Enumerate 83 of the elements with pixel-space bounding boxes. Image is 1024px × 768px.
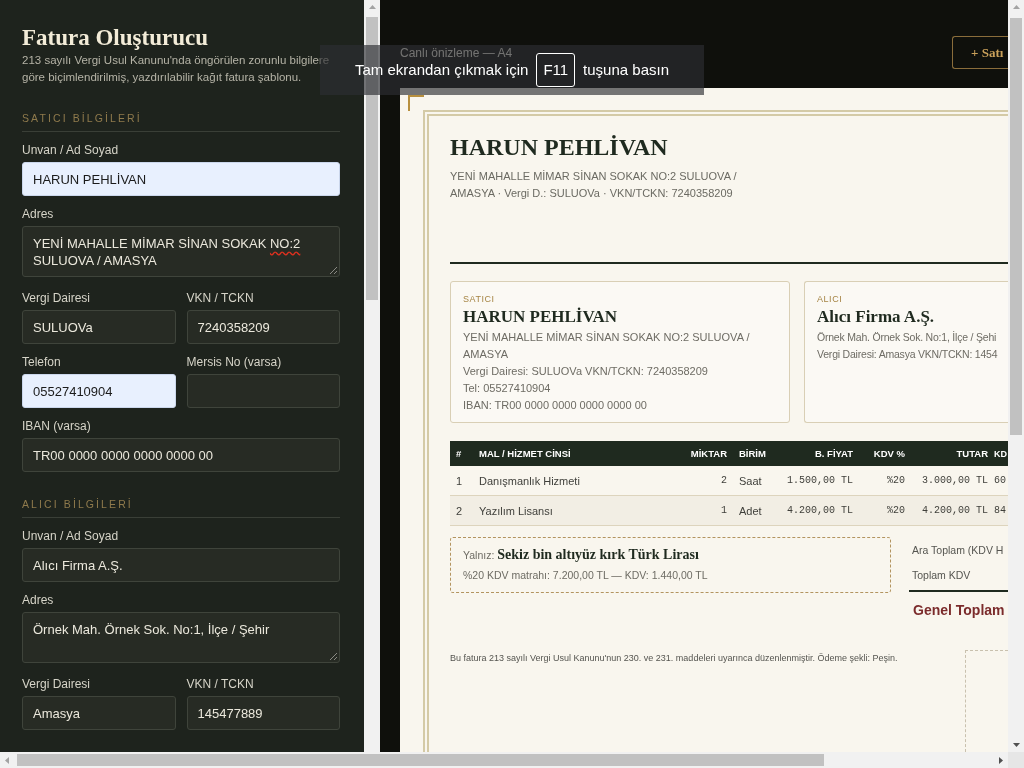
grand-total-label: Genel Toplam bbox=[912, 601, 1005, 619]
up-arrow-icon[interactable] bbox=[368, 5, 376, 9]
column-header: MAL / HİZMET CİNSİ bbox=[478, 447, 572, 460]
party-label: SATICI bbox=[463, 293, 495, 305]
text-input[interactable]: SULUOVa bbox=[22, 310, 176, 344]
issuer-name: HARUN PEHLİVAN bbox=[450, 133, 668, 161]
party-detail: YENİ MAHALLE MİMAR SİNAN SOKAK NO:2 SULUOVA / AMASYA bbox=[463, 330, 751, 362]
resize-handle-icon[interactable] bbox=[329, 266, 337, 274]
corner-ornament-icon bbox=[408, 95, 424, 111]
field-label: Adres bbox=[22, 206, 54, 222]
notice-text: tuşuna basın bbox=[583, 59, 669, 80]
scrollbar[interactable] bbox=[0, 752, 1008, 768]
table-cell-text: 2 bbox=[455, 503, 464, 518]
party-detail: Tel: 05527410904 bbox=[463, 381, 551, 396]
text-input[interactable]: 7240358209 bbox=[186, 310, 340, 344]
textarea[interactable]: Örnek Mah. Örnek Sok. No:1, İlçe / Şehir bbox=[22, 612, 340, 663]
table-cell-text: Yazılım Lisansı bbox=[478, 503, 554, 518]
text-input[interactable]: HARUN PEHLİVAN bbox=[22, 162, 340, 196]
total-label: Ara Toplam (KDV H bbox=[911, 543, 1004, 558]
text-input[interactable]: Alıcı Firma A.Ş. bbox=[22, 548, 340, 582]
field-label: Telefon bbox=[22, 354, 61, 370]
table-cell-text: 4.200,00 TL bbox=[786, 503, 854, 518]
party-label: ALICI bbox=[817, 293, 843, 305]
table-cell-text: 1 bbox=[720, 503, 728, 518]
app-title: Fatura Oluşturucu bbox=[22, 24, 208, 52]
text-input[interactable] bbox=[186, 374, 340, 408]
field-label: Vergi Dairesi bbox=[22, 290, 91, 306]
section-heading: ALICI BİLGİLERİ bbox=[22, 498, 133, 510]
resize-handle-icon[interactable] bbox=[329, 652, 337, 660]
legal-note: Bu fatura 213 sayılı Vergi Usul Kanunu'nun 230. ve 231. maddeleri uyarınca düzenlenmiştir. Ödeme şekli: Peşin. bbox=[450, 652, 898, 664]
table-cell-text: Danışmanlık Hizmeti bbox=[478, 473, 581, 488]
table-cell-text: 3.000,00 TL bbox=[921, 473, 989, 488]
column-header: KD bbox=[994, 447, 1008, 460]
table-cell-text: Adet bbox=[738, 503, 763, 518]
table-cell-text: %20 bbox=[886, 503, 906, 518]
party-name: HARUN PEHLİVAN bbox=[463, 307, 618, 327]
total-label: Toplam KDV bbox=[911, 568, 971, 583]
column-header: MİKTAR bbox=[689, 447, 728, 460]
notice-text: Tam ekrandan çıkmak için bbox=[354, 59, 529, 80]
table-cell-text: 2 bbox=[720, 473, 728, 488]
field-label: Unvan / Ad Soyad bbox=[22, 142, 119, 158]
field-label: VKN / TCKN bbox=[186, 290, 254, 306]
party-detail: Vergi Dairesi: SULUOVa VKN/TCKN: 7240358209 bbox=[463, 364, 708, 379]
field-label: Unvan / Ad Soyad bbox=[22, 528, 119, 544]
table-cell-text: 1 bbox=[455, 473, 464, 488]
field-label: Mersis No (varsa) bbox=[186, 354, 282, 370]
field-label: IBAN (varsa) bbox=[22, 418, 91, 434]
table-cell-text: 84 bbox=[994, 503, 1007, 518]
table-cell-text: Saat bbox=[738, 473, 763, 488]
table-cell-text: %20 bbox=[886, 473, 906, 488]
left-arrow-icon[interactable] bbox=[5, 756, 9, 764]
text-input[interactable]: TR00 0000 0000 0000 0000 00 bbox=[22, 438, 340, 472]
field-label: VKN / TCKN bbox=[186, 676, 254, 692]
textarea[interactable]: YENİ MAHALLE MİMAR SİNAN SOKAK NO:2 SULUOVA / AMASYA bbox=[22, 226, 340, 277]
text-input[interactable]: Amasya bbox=[22, 696, 176, 730]
table-cell-text: 60 bbox=[994, 473, 1007, 488]
party-detail: IBAN: TR00 0000 0000 0000 0000 00 bbox=[463, 398, 647, 413]
scrollbar[interactable] bbox=[1008, 0, 1024, 752]
section-heading: SATICI BİLGİLERİ bbox=[22, 112, 142, 124]
issuer-details: YENİ MAHALLE MİMAR SİNAN SOKAK NO:2 SULUOVA / AMASYA · Vergi D.: SULUOVa · VKN/TCKN: 7240358209 bbox=[450, 169, 738, 201]
field-label: Adres bbox=[22, 592, 54, 608]
scrollbar-thumb[interactable] bbox=[17, 754, 824, 766]
column-header: BİRİM bbox=[738, 447, 767, 460]
table-cell-text: 1.500,00 TL bbox=[786, 473, 854, 488]
up-arrow-icon[interactable] bbox=[1012, 5, 1020, 9]
down-arrow-icon[interactable] bbox=[1012, 743, 1020, 747]
table-cell-text: 4.200,00 TL bbox=[921, 503, 989, 518]
tax-summary: %20 KDV matrahı: 7.200,00 TL — KDV: 1.440,00 TL bbox=[463, 568, 708, 582]
party-detail: Örnek Mah. Örnek Sok. No:1, İlçe / Şehi bbox=[817, 330, 997, 345]
preview-caption: Canlı önizleme — A4 bbox=[400, 44, 513, 62]
column-header: KDV % bbox=[872, 447, 906, 460]
amount-in-words: Yalnız: Sekiz bin altıyüz kırk Türk Lirası bbox=[463, 546, 699, 564]
scrollbar-thumb[interactable] bbox=[1010, 18, 1022, 435]
column-header: TUTAR bbox=[955, 447, 989, 460]
right-arrow-icon[interactable] bbox=[999, 756, 1003, 764]
column-header: B. FİYAT bbox=[814, 447, 854, 460]
key-cap: F11 bbox=[536, 53, 576, 87]
party-name: Alıcı Firma A.Ş. bbox=[817, 307, 935, 327]
text-input[interactable]: 05527410904 bbox=[22, 374, 176, 408]
party-detail: Vergi Dairesi: Amasya VKN/TCKN: 1454 bbox=[817, 347, 998, 362]
text-input[interactable]: 145477889 bbox=[186, 696, 340, 730]
field-label: Vergi Dairesi bbox=[22, 676, 91, 692]
column-header: # bbox=[455, 447, 463, 460]
